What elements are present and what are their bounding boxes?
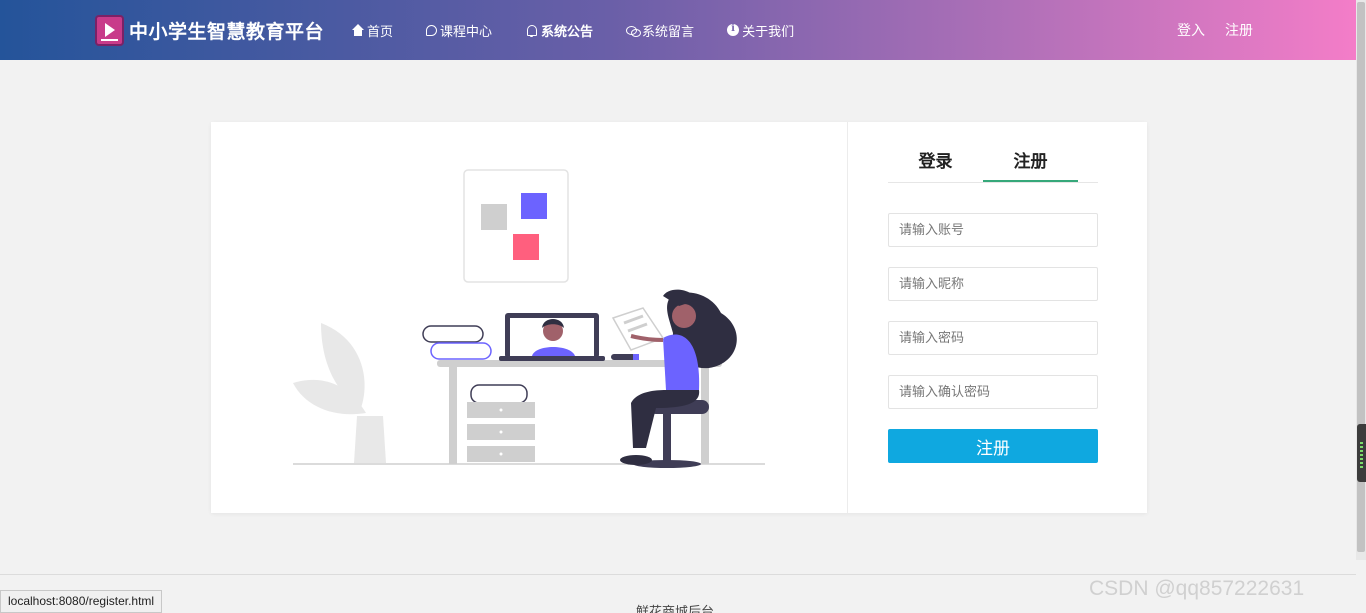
nav-item-label: 课程中心 [440,24,493,40]
footer-text: 鲜花商城后台 [636,605,715,613]
nav-item-about[interactable]: 关于我们 [727,21,794,40]
comments-icon [626,24,642,37]
study-illustration [293,169,765,468]
nav-item-messages[interactable]: 系统留言 [626,21,694,40]
info-icon [727,23,740,36]
nav-item-label: 首页 [367,24,394,40]
logo-icon [95,14,124,46]
main-nav: 首页 课程中心 系统公告 系统留言 关于我们 [351,0,827,60]
nav-item-label: 系统留言 [642,24,695,40]
register-card: 登录 注册 注册 [211,122,1147,513]
home-icon [351,23,364,37]
account-input[interactable] [888,213,1098,247]
nav-item-label: 关于我们 [742,24,795,40]
nickname-input[interactable] [888,267,1098,301]
tab-login[interactable]: 登录 [888,148,983,182]
auth-links: 登入 注册 [1177,0,1273,60]
login-link[interactable]: 登入 [1177,20,1205,40]
bell-icon [525,24,538,37]
chat-icon [426,25,438,36]
register-submit-button[interactable]: 注册 [888,429,1098,463]
register-form: 登录 注册 注册 [888,148,1098,463]
confirm-password-input[interactable] [888,375,1098,409]
watermark: CSDN @qq857222631 [1089,577,1305,600]
brand-title: 中小学生智慧教育平台 [129,20,325,43]
tab-register[interactable]: 注册 [983,148,1078,182]
auth-tabs: 登录 注册 [888,148,1098,183]
status-bar-url: localhost:8080/register.html [0,590,163,613]
password-input[interactable] [888,321,1098,355]
top-navbar: 中小学生智慧教育平台 首页 课程中心 系统公告 系统留言 关于我们 登入 注册 [0,0,1356,60]
card-divider [847,122,848,513]
nav-item-home[interactable]: 首页 [351,21,393,40]
nav-item-courses[interactable]: 课程中心 [426,21,492,40]
footer-divider [0,574,1356,575]
nav-item-label: 系统公告 [541,24,594,40]
brand[interactable]: 中小学生智慧教育平台 [95,14,324,46]
side-widget[interactable] [1357,424,1366,482]
nav-item-announcements[interactable]: 系统公告 [525,21,593,40]
register-link[interactable]: 注册 [1225,20,1253,40]
